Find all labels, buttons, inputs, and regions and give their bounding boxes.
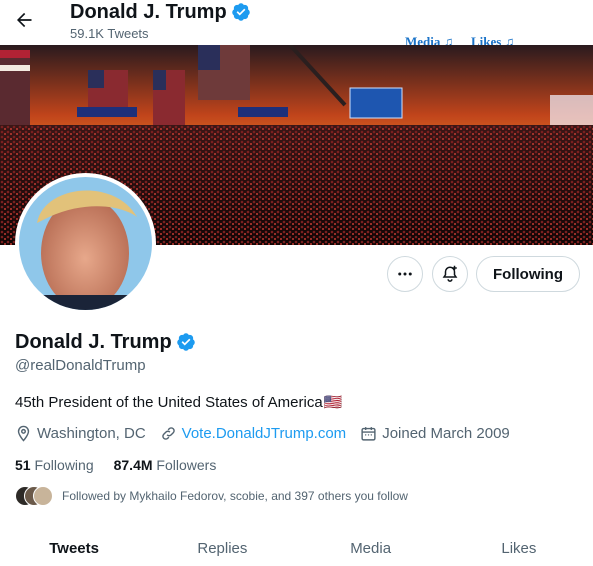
profile-avatar[interactable] <box>15 173 156 314</box>
following-count: 51 <box>15 457 31 473</box>
header-name: Donald J. Trump <box>70 1 227 23</box>
website: Vote.DonaldJTrump.com <box>160 425 347 442</box>
joined-text: Joined March 2009 <box>382 425 510 442</box>
profile-bio: 45th President of the United States of A… <box>15 393 343 412</box>
profile-handle: @realDonaldTrump <box>15 357 146 374</box>
location-text: Washington, DC <box>37 425 146 442</box>
joined-date: Joined March 2009 <box>360 425 510 442</box>
arrow-left-icon <box>17 12 32 28</box>
tab-tweets[interactable]: Tweets <box>0 530 148 566</box>
us-flag-emoji: 🇺🇸 <box>323 394 343 411</box>
back-button[interactable] <box>10 6 38 34</box>
more-button[interactable] <box>387 256 423 292</box>
followers-count: 87.4M <box>113 457 153 473</box>
bell-plus-icon <box>442 265 458 282</box>
verified-badge-icon <box>231 3 250 21</box>
followed-by[interactable]: Followed by Mykhailo Fedorov, scobie, an… <box>15 486 408 506</box>
profile-meta: Washington, DC Vote.DonaldJTrump.com Joi… <box>15 425 524 442</box>
following-button[interactable]: Following <box>476 256 580 292</box>
verified-badge-icon <box>176 333 195 351</box>
following-count-link[interactable]: 51 Following <box>15 457 94 473</box>
followers-label: Followers <box>156 457 217 473</box>
avatar <box>33 486 53 506</box>
followed-by-avatars <box>15 486 55 506</box>
calendar-icon <box>361 427 376 441</box>
tab-media[interactable]: Media <box>297 530 445 566</box>
following-label: Following <box>34 457 94 473</box>
link-icon <box>161 427 175 440</box>
profile-stats: 51 Following 87.4M Followers <box>15 457 236 473</box>
notifications-button[interactable] <box>432 256 468 292</box>
profile-name: Donald J. Trump <box>15 331 172 353</box>
header-title: Donald J. Trump <box>70 1 251 23</box>
location-pin-icon <box>17 425 30 442</box>
followers-count-link[interactable]: 87.4M Followers <box>114 457 217 473</box>
tab-likes[interactable]: Likes <box>445 530 593 566</box>
location: Washington, DC <box>15 425 146 442</box>
tweet-count: 59.1K Tweets <box>70 26 149 41</box>
avatar-photo <box>19 177 152 310</box>
website-link[interactable]: Vote.DonaldJTrump.com <box>182 425 347 442</box>
profile-tabs: Tweets Replies Media Likes <box>0 530 593 566</box>
tab-replies[interactable]: Replies <box>148 530 296 566</box>
profile-name-row: Donald J. Trump <box>15 330 196 354</box>
bio-text: 45th President of the United States of A… <box>15 393 323 411</box>
more-icon <box>398 272 412 276</box>
followed-by-text: Followed by Mykhailo Fedorov, scobie, an… <box>62 489 408 503</box>
